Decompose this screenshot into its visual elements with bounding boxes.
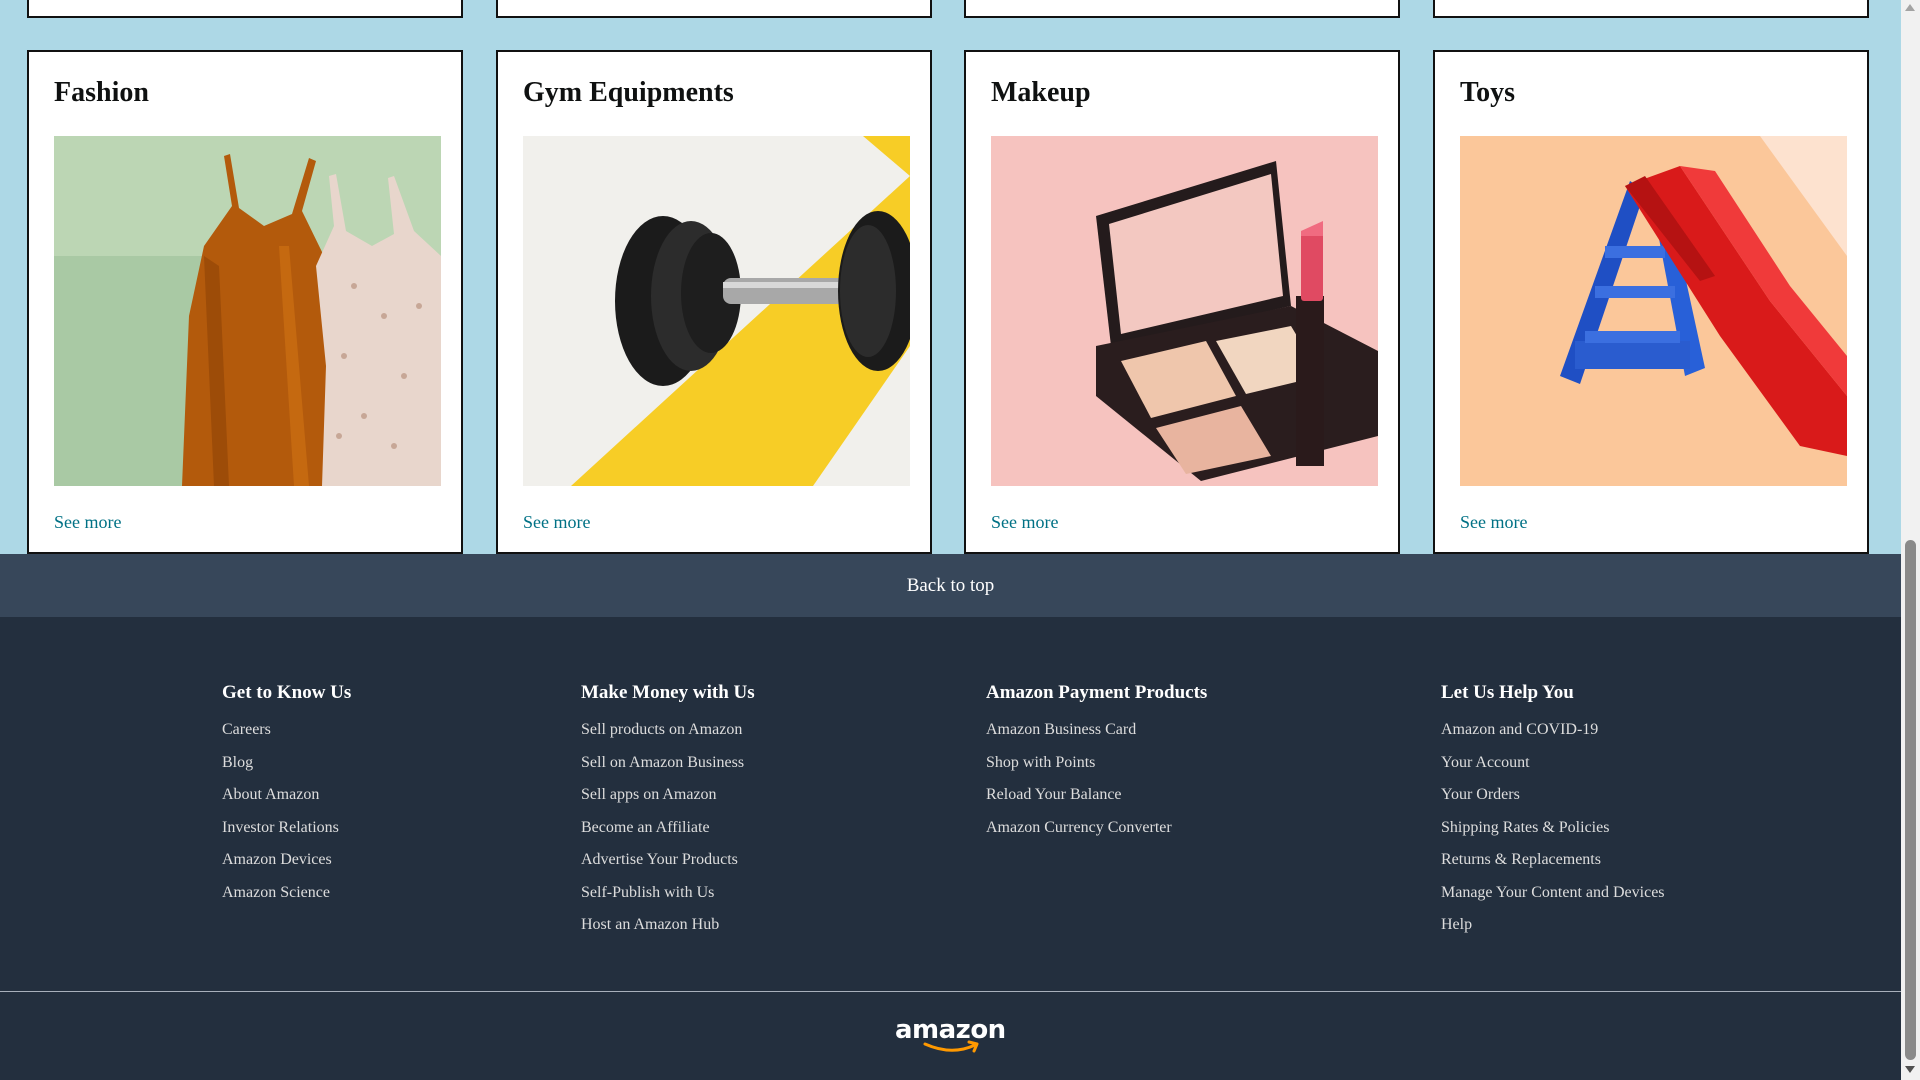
see-more-link[interactable]: See more <box>54 512 121 533</box>
category-card-makeup: Makeup See more <box>964 50 1400 554</box>
see-more-link[interactable]: See more <box>991 512 1058 533</box>
footer-column-heading: Get to Know Us <box>222 682 352 703</box>
footer: Get to Know Us Careers Blog About Amazon… <box>0 617 1901 1080</box>
footer-link-blog[interactable]: Blog <box>222 747 351 780</box>
category-card-fashion: Fashion See more <box>27 50 463 554</box>
footer-link-self-publish[interactable]: Self-Publish with Us <box>581 877 755 910</box>
footer-link-your-orders[interactable]: Your Orders <box>1441 779 1665 812</box>
footer-link-list: Amazon Business Card Shop with Points Re… <box>986 714 1207 844</box>
footer-link-your-account[interactable]: Your Account <box>1441 747 1665 780</box>
scroll-down-arrow-icon[interactable] <box>1905 1066 1915 1073</box>
fashion-dresses-image[interactable] <box>54 136 441 486</box>
footer-link-shop-with-points[interactable]: Shop with Points <box>986 747 1207 780</box>
footer-column-make-money: Make Money with Us Sell products on Amaz… <box>581 680 755 942</box>
toy-slide-image[interactable] <box>1460 136 1847 486</box>
footer-link-sell-business[interactable]: Sell on Amazon Business <box>581 747 755 780</box>
footer-link-investor-relations[interactable]: Investor Relations <box>222 812 351 845</box>
vertical-scrollbar[interactable] <box>1901 0 1920 1080</box>
footer-link-amazon-science[interactable]: Amazon Science <box>222 877 351 910</box>
card-title: Toys <box>1460 77 1516 108</box>
page-viewport: Fashion See more Gym Equipments See more… <box>0 0 1901 1080</box>
footer-column-payment-products: Amazon Payment Products Amazon Business … <box>986 680 1207 844</box>
footer-link-careers[interactable]: Careers <box>222 714 351 747</box>
footer-link-covid[interactable]: Amazon and COVID-19 <box>1441 714 1665 747</box>
back-to-top-button[interactable]: Back to top <box>0 554 1901 617</box>
card-title: Fashion <box>54 77 149 108</box>
footer-column-heading: Amazon Payment Products <box>986 682 1208 703</box>
footer-link-host-hub[interactable]: Host an Amazon Hub <box>581 909 755 942</box>
footer-column-heading: Let Us Help You <box>1441 682 1574 703</box>
footer-link-amazon-devices[interactable]: Amazon Devices <box>222 844 351 877</box>
scroll-up-arrow-icon[interactable] <box>1905 4 1915 11</box>
footer-link-shipping-rates[interactable]: Shipping Rates & Policies <box>1441 812 1665 845</box>
scrollbar-thumb[interactable] <box>1905 540 1916 1060</box>
footer-link-about-amazon[interactable]: About Amazon <box>222 779 351 812</box>
category-card-toys: Toys See more <box>1433 50 1869 554</box>
footer-link-list: Sell products on Amazon Sell on Amazon B… <box>581 714 755 942</box>
footer-link-currency-converter[interactable]: Amazon Currency Converter <box>986 812 1207 845</box>
dumbbell-image[interactable] <box>523 136 910 486</box>
footer-column-get-to-know-us: Get to Know Us Careers Blog About Amazon… <box>222 680 351 909</box>
footer-link-reload-balance[interactable]: Reload Your Balance <box>986 779 1207 812</box>
footer-link-sell-apps[interactable]: Sell apps on Amazon <box>581 779 755 812</box>
amazon-logo[interactable]: amazon <box>895 1015 1006 1055</box>
back-to-top-label: Back to top <box>906 574 995 596</box>
category-card-partial <box>496 0 932 18</box>
category-card-partial <box>964 0 1400 18</box>
category-card-gym-equipments: Gym Equipments See more <box>496 50 932 554</box>
footer-link-advertise[interactable]: Advertise Your Products <box>581 844 755 877</box>
footer-column-help: Let Us Help You Amazon and COVID-19 Your… <box>1441 680 1665 942</box>
footer-link-sell-products[interactable]: Sell products on Amazon <box>581 714 755 747</box>
footer-link-returns[interactable]: Returns & Replacements <box>1441 844 1665 877</box>
footer-link-list: Amazon and COVID-19 Your Account Your Or… <box>1441 714 1665 942</box>
card-title: Gym Equipments <box>523 77 734 108</box>
card-title: Makeup <box>991 77 1091 108</box>
footer-column-heading: Make Money with Us <box>581 682 755 703</box>
makeup-compact-image[interactable] <box>991 136 1378 486</box>
footer-link-list: Careers Blog About Amazon Investor Relat… <box>222 714 351 909</box>
footer-link-manage-content[interactable]: Manage Your Content and Devices <box>1441 877 1665 910</box>
category-card-partial <box>27 0 463 18</box>
footer-link-help[interactable]: Help <box>1441 909 1665 942</box>
amazon-smile-icon <box>923 1040 979 1053</box>
category-card-partial <box>1433 0 1869 18</box>
see-more-link[interactable]: See more <box>523 512 590 533</box>
footer-divider <box>0 991 1901 992</box>
see-more-link[interactable]: See more <box>1460 512 1527 533</box>
footer-link-business-card[interactable]: Amazon Business Card <box>986 714 1207 747</box>
footer-link-become-affiliate[interactable]: Become an Affiliate <box>581 812 755 845</box>
